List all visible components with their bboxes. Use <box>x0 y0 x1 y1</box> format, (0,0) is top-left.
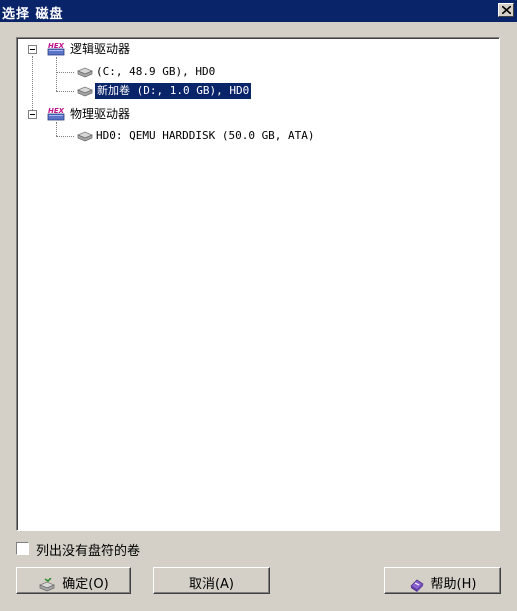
physical-group-expander[interactable] <box>28 110 37 119</box>
svg-text:HEX: HEX <box>48 42 65 50</box>
hard-disk-icon <box>77 86 93 97</box>
hard-disk-icon <box>77 131 93 142</box>
list-no-letter-checkbox[interactable] <box>16 542 29 555</box>
title-bar: 选择 磁盘 <box>0 0 517 22</box>
help-button[interactable]: 帮助(H) <box>384 567 501 594</box>
ok-label: 确定(O) <box>62 577 109 592</box>
logical-item-c[interactable]: (C:, 48.9 GB), HD0 <box>96 64 215 80</box>
hex-drive-icon: HEX <box>47 107 65 121</box>
logical-drives-label[interactable]: 逻辑驱动器 <box>70 41 130 57</box>
hard-disk-icon <box>77 67 93 78</box>
help-icon <box>409 578 424 592</box>
physical-item-hd0[interactable]: HD0: QEMU HARDDISK (50.0 GB, ATA) <box>96 128 315 144</box>
close-icon <box>502 6 511 14</box>
list-no-letter-label[interactable]: 列出没有盘符的卷 <box>36 540 140 559</box>
window-title: 选择 磁盘 <box>2 7 64 22</box>
disk-tree[interactable]: HEX 逻辑驱动器 (C:, 48.9 GB), HD0 新加卷 (D:, 1.… <box>16 37 500 531</box>
help-label: 帮助(H) <box>430 577 477 592</box>
svg-text:HEX: HEX <box>48 107 65 115</box>
logical-group-expander[interactable] <box>28 45 37 54</box>
cancel-label: 取消(A) <box>188 577 235 592</box>
hex-drive-icon: HEX <box>47 42 65 56</box>
cancel-button[interactable]: 取消(A) <box>153 567 270 594</box>
close-button[interactable] <box>498 3 514 17</box>
ok-button[interactable]: 确定(O) <box>16 567 131 594</box>
logical-item-d[interactable]: 新加卷 (D:, 1.0 GB), HD0 <box>95 83 252 99</box>
physical-drives-label[interactable]: 物理驱动器 <box>70 106 130 122</box>
ok-icon <box>39 577 56 591</box>
